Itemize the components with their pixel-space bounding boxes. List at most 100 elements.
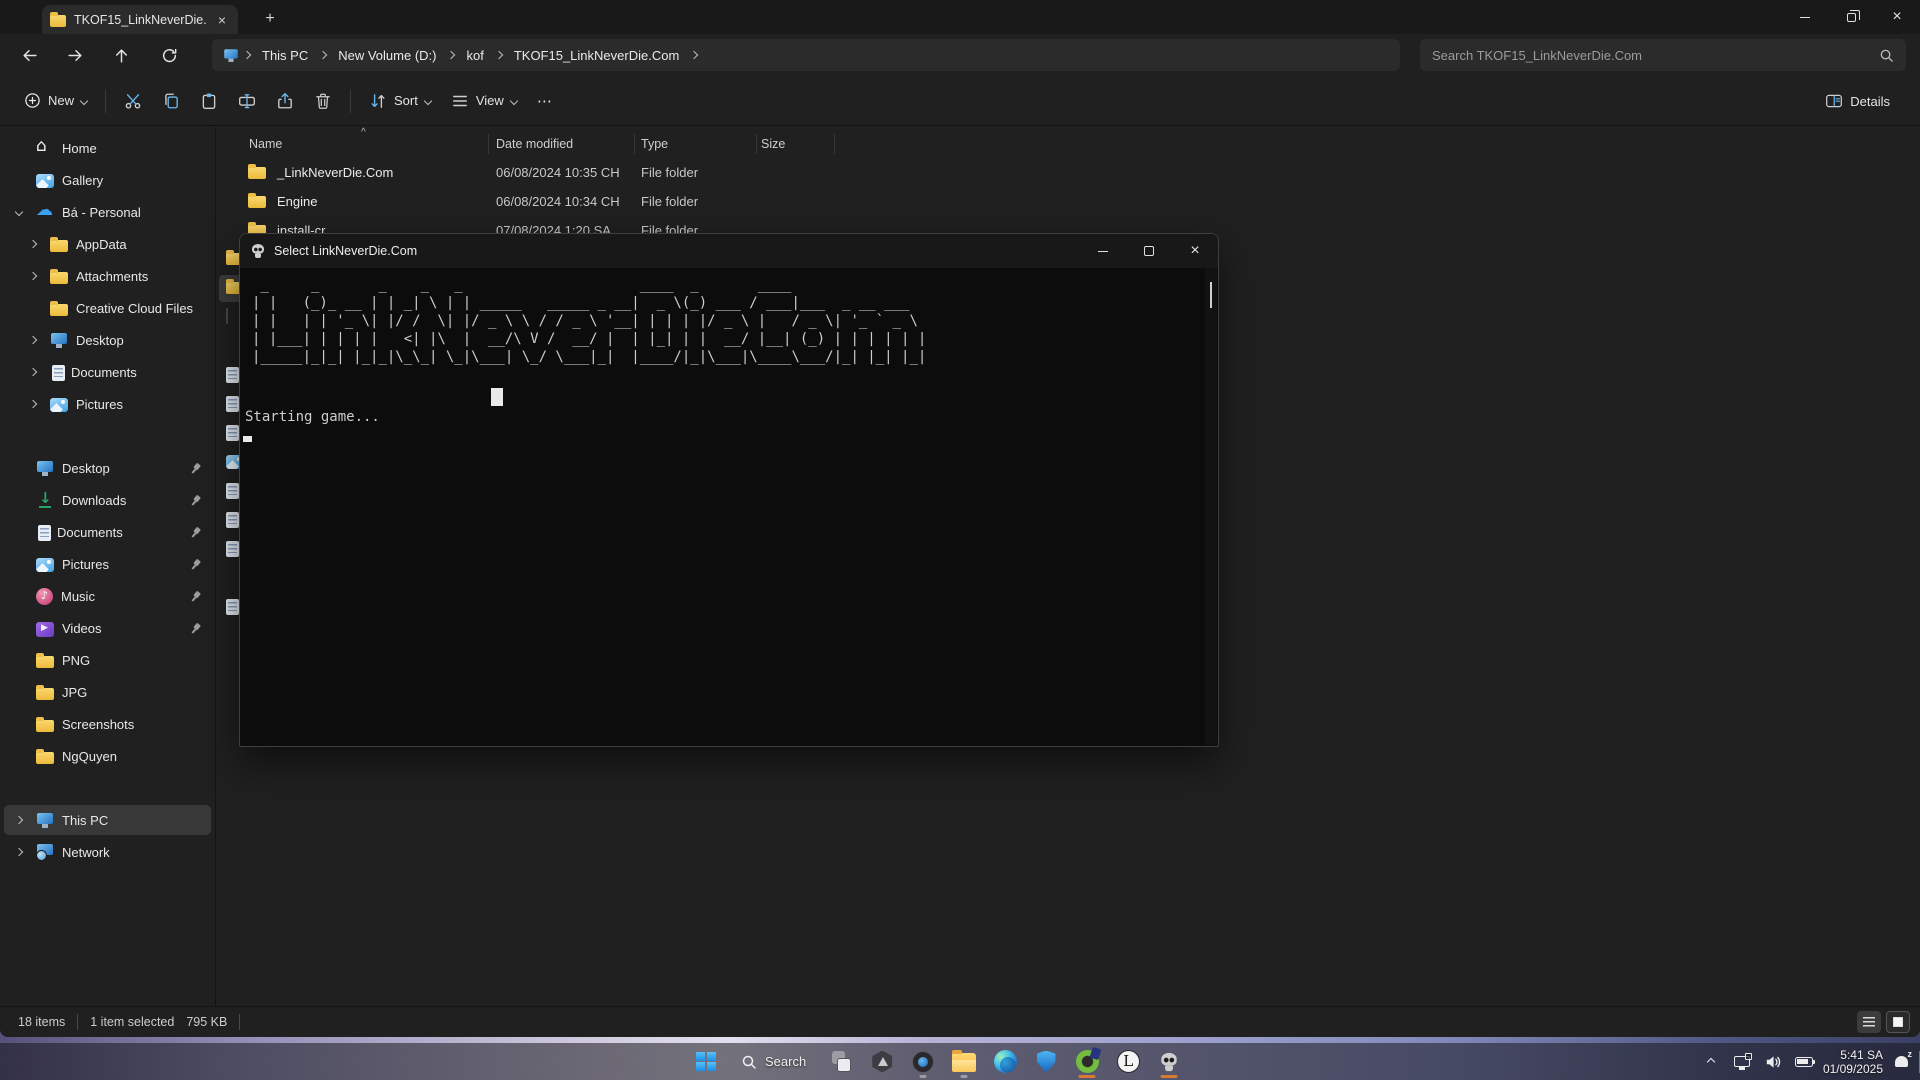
- icons-view-toggle[interactable]: [1886, 1011, 1910, 1033]
- file-row-partial[interactable]: [226, 482, 240, 500]
- column-separator[interactable]: [834, 134, 835, 154]
- file-row-partial[interactable]: [226, 627, 240, 645]
- column-header-size[interactable]: Size: [761, 137, 785, 151]
- details-pane-button[interactable]: Details: [1815, 85, 1900, 117]
- breadcrumb-this-pc[interactable]: This PC: [254, 45, 316, 66]
- breadcrumb-current-folder[interactable]: TKOF15_LinkNeverDie.Com: [506, 45, 687, 66]
- tray-notification-bell[interactable]: [1890, 1049, 1914, 1075]
- column-header-type[interactable]: Type: [641, 137, 668, 151]
- search-input[interactable]: [1432, 48, 1879, 63]
- column-separator[interactable]: [488, 134, 489, 154]
- sidebar-item-documents[interactable]: Documents: [4, 517, 211, 547]
- file-row-partial[interactable]: [226, 395, 240, 413]
- column-separator[interactable]: [634, 134, 635, 154]
- column-header-name[interactable]: Name: [249, 137, 282, 151]
- file-row-partial[interactable]: [226, 250, 240, 268]
- file-row-partial[interactable]: [226, 569, 240, 587]
- console-minimize-button[interactable]: [1080, 234, 1126, 268]
- console-maximize-button[interactable]: [1126, 234, 1172, 268]
- sidebar-item-pictures[interactable]: Pictures: [4, 549, 211, 579]
- file-row-partial[interactable]: [226, 366, 240, 384]
- share-button[interactable]: [266, 85, 304, 117]
- sidebar-item-music[interactable]: Music: [4, 581, 211, 611]
- tray-overflow-chevron[interactable]: [1699, 1049, 1723, 1075]
- file-row-partial[interactable]: [226, 337, 240, 355]
- taskbar-app-l[interactable]: L: [1112, 1046, 1144, 1078]
- console-title-bar[interactable]: Select LinkNeverDie.Com: [240, 234, 1218, 268]
- sidebar-item-desktop-pinned[interactable]: Desktop: [4, 453, 211, 483]
- tray-network-icon[interactable]: [1730, 1049, 1754, 1075]
- sidebar-item-jpg[interactable]: JPG: [4, 677, 211, 707]
- taskbar-console-app[interactable]: [1153, 1046, 1185, 1078]
- chevron-collapsed-icon[interactable]: [29, 272, 37, 280]
- view-button[interactable]: View: [441, 85, 527, 117]
- refresh-button[interactable]: [152, 41, 186, 69]
- window-restore-button[interactable]: [1828, 0, 1874, 34]
- rename-button[interactable]: [228, 85, 266, 117]
- sidebar-item-onedrive[interactable]: Bá - Personal: [4, 197, 211, 227]
- file-row-partial[interactable]: [226, 453, 240, 471]
- file-row-partial[interactable]: [226, 308, 240, 326]
- sidebar-item-documents-onedrive[interactable]: Documents: [4, 357, 211, 387]
- file-row-partial[interactable]: [226, 511, 240, 529]
- start-button[interactable]: [690, 1046, 722, 1078]
- sidebar-item-screenshots[interactable]: Screenshots: [4, 709, 211, 739]
- taskbar-app-hexagon[interactable]: [866, 1046, 898, 1078]
- chevron-expanded-icon[interactable]: [15, 208, 23, 216]
- task-view-button[interactable]: [825, 1046, 857, 1078]
- sidebar-item-png[interactable]: PNG: [4, 645, 211, 675]
- tray-volume-icon[interactable]: [1761, 1049, 1785, 1075]
- sidebar-item-downloads[interactable]: Downloads: [4, 485, 211, 515]
- taskbar-edge[interactable]: [989, 1046, 1021, 1078]
- file-row[interactable]: Engine 06/08/2024 10:34 CH File folder: [216, 188, 1051, 217]
- tray-battery-icon[interactable]: [1792, 1049, 1816, 1075]
- sidebar-item-gallery[interactable]: Gallery: [4, 165, 211, 195]
- scrollbar-thumb[interactable]: [1210, 282, 1213, 308]
- copy-button[interactable]: [152, 85, 190, 117]
- sort-button[interactable]: Sort: [359, 85, 441, 117]
- sidebar-item-desktop-onedrive[interactable]: Desktop: [4, 325, 211, 355]
- file-row-partial[interactable]: [226, 598, 240, 616]
- forward-button[interactable]: [58, 41, 92, 69]
- sidebar-item-videos[interactable]: Videos: [4, 613, 211, 643]
- sidebar-item-pictures-onedrive[interactable]: Pictures: [4, 389, 211, 419]
- sidebar-item-this-pc[interactable]: This PC: [4, 805, 211, 835]
- new-button[interactable]: New: [14, 85, 97, 116]
- window-close-button[interactable]: [1874, 0, 1920, 34]
- taskbar-app-green[interactable]: [1071, 1046, 1103, 1078]
- file-row-partial[interactable]: [226, 424, 240, 442]
- file-row-partial[interactable]: [226, 540, 240, 558]
- tray-clock[interactable]: 5:41 SA 01/09/2025: [1823, 1048, 1883, 1076]
- file-row[interactable]: _LinkNeverDie.Com 06/08/2024 10:35 CH Fi…: [216, 159, 1051, 188]
- sidebar-item-network[interactable]: Network: [4, 837, 211, 867]
- sidebar-item-home[interactable]: Home: [4, 133, 211, 163]
- column-header-date[interactable]: Date modified: [496, 137, 573, 151]
- chevron-collapsed-icon[interactable]: [29, 400, 37, 408]
- search-box[interactable]: [1420, 39, 1906, 71]
- new-tab-button[interactable]: [258, 8, 282, 30]
- breadcrumb-drive[interactable]: New Volume (D:): [330, 45, 444, 66]
- taskbar-windows-security[interactable]: [1030, 1046, 1062, 1078]
- up-button[interactable]: [104, 41, 138, 69]
- console-close-button[interactable]: [1172, 234, 1218, 268]
- see-more-button[interactable]: ⋯: [527, 85, 564, 117]
- tab-close-icon[interactable]: [214, 12, 230, 28]
- chevron-collapsed-icon[interactable]: [15, 816, 23, 824]
- console-window[interactable]: Select LinkNeverDie.Com _ _ _ _ _ ____ _…: [239, 233, 1219, 747]
- taskbar-search[interactable]: Search: [731, 1046, 816, 1078]
- window-minimize-button[interactable]: [1782, 0, 1828, 34]
- taskbar-app-blue-dot[interactable]: [907, 1046, 939, 1078]
- console-scrollbar[interactable]: [1205, 268, 1217, 745]
- address-bar[interactable]: This PC New Volume (D:) kof TKOF15_LinkN…: [212, 39, 1400, 71]
- explorer-tab[interactable]: TKOF15_LinkNeverDie.Com: [42, 5, 238, 34]
- chevron-collapsed-icon[interactable]: [29, 336, 37, 344]
- delete-button[interactable]: [304, 85, 342, 117]
- sidebar-item-attachments[interactable]: Attachments: [4, 261, 211, 291]
- column-separator[interactable]: [756, 134, 757, 154]
- chevron-collapsed-icon[interactable]: [29, 240, 37, 248]
- chevron-collapsed-icon[interactable]: [29, 368, 37, 376]
- details-view-toggle[interactable]: [1857, 1011, 1881, 1033]
- back-button[interactable]: [12, 41, 46, 69]
- sidebar-item-creative-cloud-files[interactable]: Creative Cloud Files: [4, 293, 211, 323]
- breadcrumb-kof[interactable]: kof: [458, 45, 491, 66]
